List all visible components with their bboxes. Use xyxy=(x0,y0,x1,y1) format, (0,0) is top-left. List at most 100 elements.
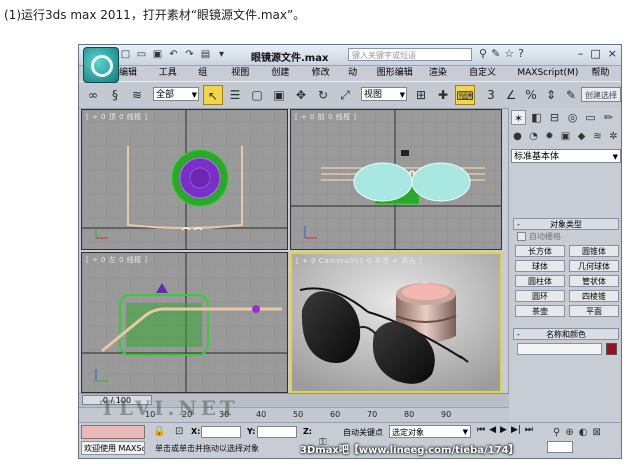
menu-customize[interactable]: 自定义(U) xyxy=(469,66,504,93)
box-button[interactable]: 长方体 xyxy=(515,245,565,257)
rotate-icon[interactable]: ↻ xyxy=(313,85,333,105)
viewport-camera[interactable]: [ + 0 Camera001 0 平滑 + 高光 ] xyxy=(290,252,502,393)
edit-named-selection-icon[interactable]: ✎ xyxy=(561,85,581,105)
viewport-left-label[interactable]: [ + 0 左 0 线框 ] xyxy=(86,255,148,265)
select-by-name-icon[interactable]: ☰ xyxy=(225,85,245,105)
save-file-icon[interactable]: ▣ xyxy=(151,48,164,61)
hierarchy-tab-icon[interactable]: ⊟ xyxy=(547,110,562,125)
menu-edit[interactable]: 编辑(E) xyxy=(119,66,146,93)
scale-icon[interactable]: ⤢ xyxy=(335,85,355,105)
link-icon[interactable]: ∞ xyxy=(83,85,103,105)
motion-tab-icon[interactable]: ◎ xyxy=(565,110,580,125)
help-icon[interactable]: ? xyxy=(518,47,524,60)
tube-button[interactable]: 管状体 xyxy=(569,275,619,287)
maximize-icon[interactable]: □ xyxy=(590,47,600,60)
viewport-top-label[interactable]: [ + 0 顶 0 线框 ] xyxy=(86,112,148,122)
project-folder-icon[interactable]: ▤ xyxy=(199,48,212,61)
play-icon[interactable]: ▶ xyxy=(500,425,507,435)
helpers-icon[interactable]: ◆ xyxy=(575,130,588,143)
menu-group[interactable]: 组(G) xyxy=(198,66,218,93)
go-to-end-icon[interactable]: ⏭ xyxy=(525,425,533,435)
previous-frame-icon[interactable]: ◀ xyxy=(489,425,496,435)
y-coordinate-input[interactable] xyxy=(257,426,297,438)
modify-tab-icon[interactable]: ◧ xyxy=(529,110,544,125)
cameras-icon[interactable]: ▣ xyxy=(559,130,572,143)
absolute-mode-icon[interactable]: ⊡ xyxy=(175,426,183,437)
autogrid-checkbox[interactable]: 自动栅格 xyxy=(517,231,561,242)
auto-key-button[interactable]: 自动关键点 xyxy=(343,427,383,438)
display-tab-icon[interactable]: ▭ xyxy=(583,110,598,125)
viewport-camera-label[interactable]: [ + 0 Camera001 0 平滑 + 高光 ] xyxy=(296,256,422,266)
current-frame-input[interactable] xyxy=(547,441,573,453)
select-manipulate-icon[interactable]: ✚ xyxy=(433,85,453,105)
open-file-icon[interactable]: ▭ xyxy=(135,48,148,61)
bind-spacewarp-icon[interactable]: ≋ xyxy=(127,85,147,105)
unlink-icon[interactable]: § xyxy=(105,85,125,105)
app-logo-icon[interactable] xyxy=(83,47,119,83)
close-icon[interactable]: × xyxy=(608,47,617,60)
angle-snap-icon[interactable]: ∠ xyxy=(501,85,521,105)
binoculars-icon[interactable]: ⚲ xyxy=(479,47,487,60)
new-file-icon[interactable]: □ xyxy=(119,48,132,61)
utilities-tab-icon[interactable]: ✏ xyxy=(601,110,616,125)
zoom-icon[interactable]: ⚲ xyxy=(553,427,560,438)
ref-coord-dropdown[interactable]: 视图 ▼ xyxy=(361,87,407,101)
rect-region-icon[interactable]: ▢ xyxy=(247,85,267,105)
object-type-rollout[interactable]: - 对象类型 xyxy=(513,218,619,230)
menu-graph-editors[interactable]: 图形编辑器 xyxy=(377,66,416,93)
menu-maxscript[interactable]: MAXScript(M) xyxy=(517,66,578,81)
communication-icon[interactable]: ✎ xyxy=(491,47,500,60)
viewport-top[interactable]: [ + 0 顶 0 线框 ] xyxy=(81,109,288,250)
selected-object-dropdown[interactable]: 选定对象 ▼ xyxy=(389,425,471,438)
menu-tools[interactable]: 工具(T) xyxy=(159,66,186,93)
search-input[interactable]: 键入关键字或短语 xyxy=(348,48,472,61)
object-name-field[interactable] xyxy=(517,343,602,355)
shapes-icon[interactable]: ◔ xyxy=(527,130,540,143)
create-selection-set[interactable]: 创建选择 xyxy=(581,87,621,102)
cylinder-button[interactable]: 圆柱体 xyxy=(515,275,565,287)
menu-views[interactable]: 视图(V) xyxy=(231,66,258,93)
pyramid-button[interactable]: 四棱锥 xyxy=(569,290,619,302)
menu-rendering[interactable]: 渲染(R) xyxy=(429,66,456,93)
menu-modifiers[interactable]: 修改器 xyxy=(312,66,335,93)
menu-create[interactable]: 创建(C) xyxy=(271,66,298,93)
torus-button[interactable]: 圆环 xyxy=(515,290,565,302)
geometry-icon[interactable]: ● xyxy=(511,130,524,143)
favorites-star-icon[interactable]: ☆ xyxy=(504,47,514,60)
x-coordinate-input[interactable] xyxy=(201,426,241,438)
create-tab-icon[interactable]: ✶ xyxy=(511,110,526,125)
percent-snap-icon[interactable]: % xyxy=(521,85,541,105)
cone-button[interactable]: 圆锥体 xyxy=(569,245,619,257)
maxscript-mini-listener[interactable]: 欢迎使用 MAXSc xyxy=(81,441,145,455)
lights-icon[interactable]: ✹ xyxy=(543,130,556,143)
select-object-icon[interactable]: ↖ xyxy=(203,85,223,105)
plane-button[interactable]: 平面 xyxy=(569,305,619,317)
keyboard-shortcut-icon[interactable]: ⌨ xyxy=(455,85,475,105)
zoom-all-icon[interactable]: ⊕ xyxy=(565,427,573,438)
window-crossing-icon[interactable]: ▣ xyxy=(269,85,289,105)
geometry-category-dropdown[interactable]: 标准基本体 ▼ xyxy=(511,149,621,163)
spacewarps-icon[interactable]: ≋ xyxy=(591,130,604,143)
minimize-icon[interactable]: – xyxy=(578,47,584,60)
geosphere-button[interactable]: 几何球体 xyxy=(569,260,619,272)
sphere-button[interactable]: 球体 xyxy=(515,260,565,272)
viewport-front[interactable]: [ + 0 前 0 线框 ] xyxy=(290,109,502,250)
lock-selection-icon[interactable]: 🔒 xyxy=(153,426,165,437)
systems-icon[interactable]: ✲ xyxy=(607,130,620,143)
maxscript-listener[interactable] xyxy=(81,425,145,439)
redo-icon[interactable]: ↷ xyxy=(183,48,196,61)
undo-icon[interactable]: ↶ xyxy=(167,48,180,61)
go-to-start-icon[interactable]: ⏮ xyxy=(477,425,485,435)
pivot-center-icon[interactable]: ⊞ xyxy=(411,85,431,105)
orbit-icon[interactable]: ◐ xyxy=(579,427,588,438)
teapot-button[interactable]: 茶壶 xyxy=(515,305,565,317)
dropdown-arrow-icon[interactable]: ▾ xyxy=(215,48,228,61)
menu-help[interactable]: 帮助(H) xyxy=(591,66,619,93)
snap-toggle-icon[interactable]: 3 xyxy=(481,85,501,105)
object-color-swatch[interactable] xyxy=(606,343,617,355)
maximize-viewport-icon[interactable]: ⊠ xyxy=(592,427,600,438)
viewport-left[interactable]: [ + 0 左 0 线框 ] xyxy=(81,252,288,393)
next-frame-icon[interactable]: ▶| xyxy=(511,425,521,435)
viewport-front-label[interactable]: [ + 0 前 0 线框 ] xyxy=(295,112,357,122)
move-icon[interactable]: ✥ xyxy=(291,85,311,105)
